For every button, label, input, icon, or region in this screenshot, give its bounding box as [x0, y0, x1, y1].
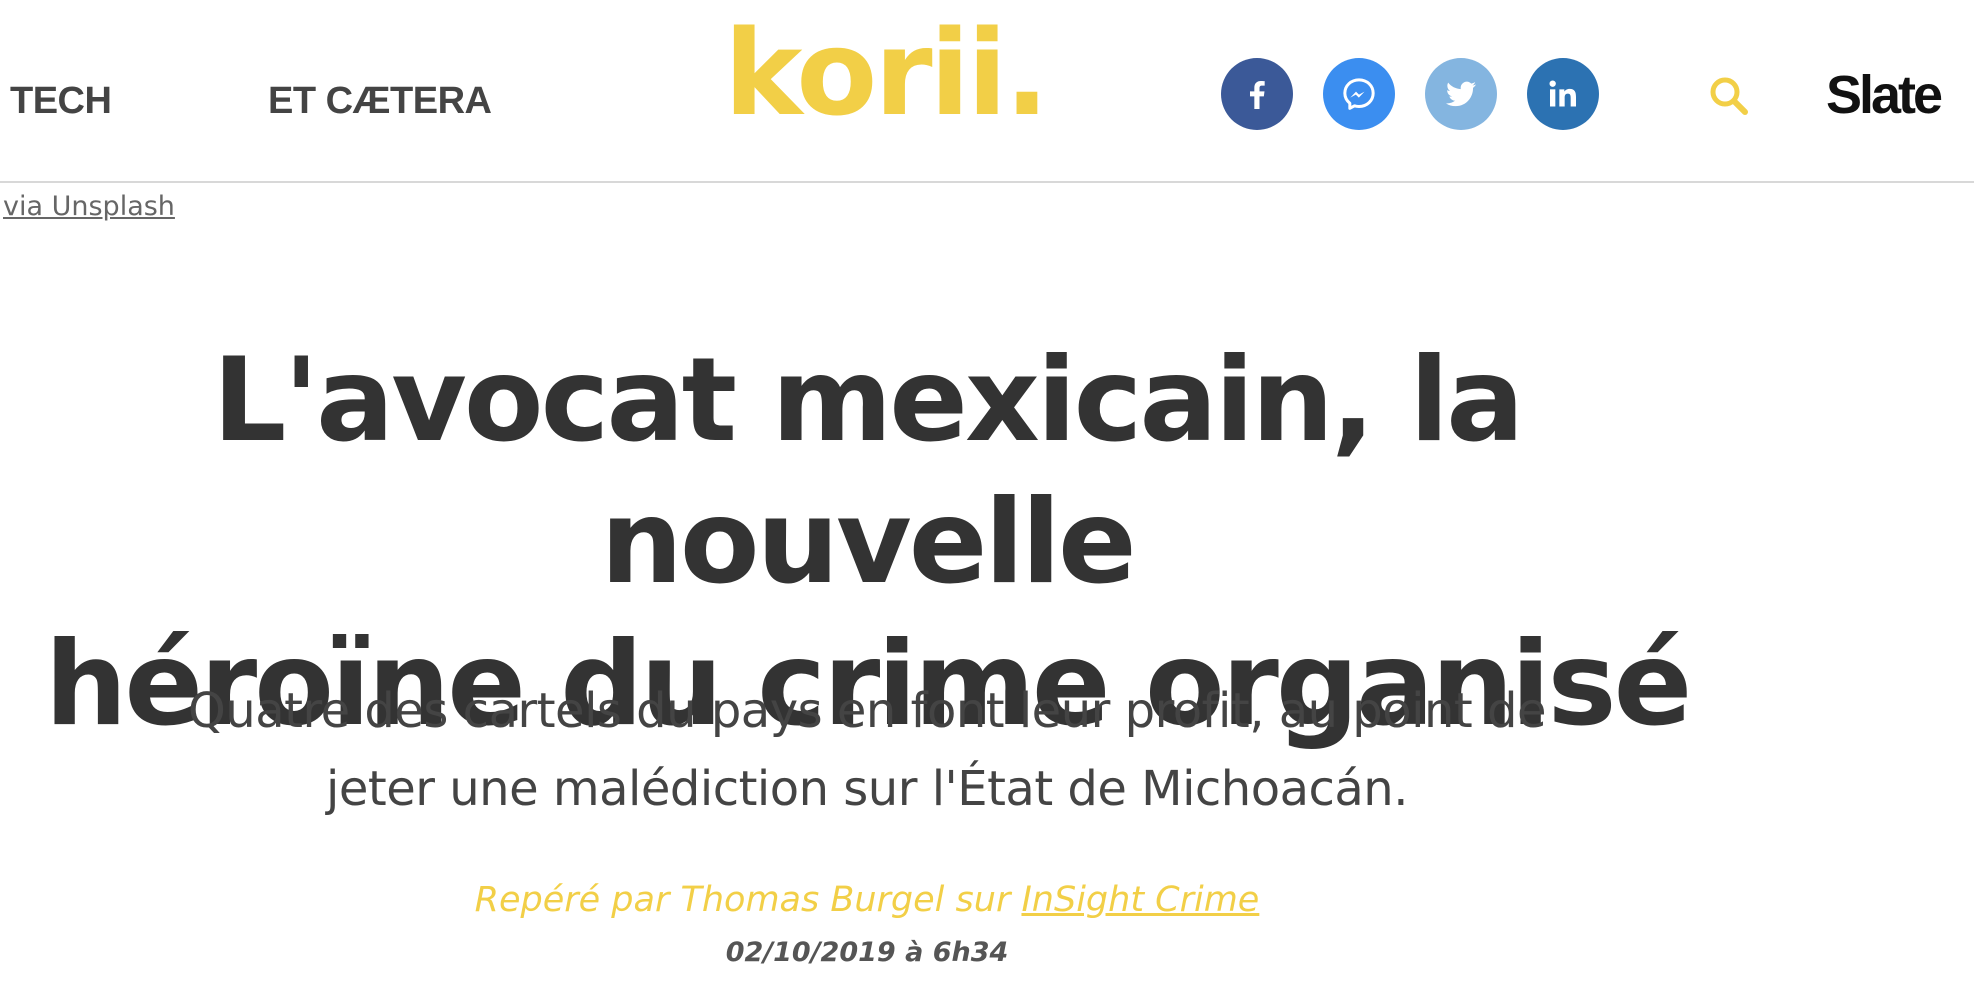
- spotted-by-line: Repéré par Thomas Burgel sur InSight Cri…: [200, 876, 1534, 924]
- spotted-by-text: Repéré par Thomas Burgel sur: [474, 880, 1022, 920]
- title-line-1: L'avocat mexicain, la nouvelle: [212, 333, 1525, 610]
- source-link[interactable]: InSight Crime: [1021, 880, 1259, 920]
- article-subtitle: Quatre des cartels du pays en font leur …: [120, 672, 1614, 828]
- nav-item-et-caetera[interactable]: ET CÆTERA: [268, 78, 492, 124]
- linkedin-icon: [1549, 80, 1576, 107]
- messenger-icon: [1343, 78, 1375, 110]
- logo-text: korii: [724, 4, 1007, 142]
- share-facebook-button[interactable]: [1221, 58, 1293, 130]
- share-linkedin-button[interactable]: [1527, 58, 1599, 130]
- twitter-icon: [1446, 81, 1476, 107]
- search-icon: [1710, 77, 1748, 115]
- share-twitter-button[interactable]: [1425, 58, 1497, 130]
- image-credit-link[interactable]: via Unsplash: [3, 190, 175, 224]
- subtitle-line-2: jeter une malédiction sur l'État de Mich…: [326, 761, 1408, 817]
- logo-dot: .: [1004, 4, 1049, 142]
- share-messenger-button[interactable]: [1323, 58, 1395, 130]
- nav-item-tech[interactable]: TECH: [10, 78, 112, 124]
- facebook-icon: [1250, 81, 1265, 109]
- publish-date: 02/10/2019 à 6h34: [725, 937, 1009, 968]
- search-button[interactable]: [1705, 72, 1753, 120]
- slate-logo[interactable]: Slate: [1826, 64, 1943, 126]
- subtitle-line-1: Quatre des cartels du pays en font leur …: [188, 683, 1546, 739]
- korii-logo[interactable]: korii.: [724, 8, 1049, 138]
- site-header: TECH ET CÆTERA korii. Slate: [0, 0, 1974, 183]
